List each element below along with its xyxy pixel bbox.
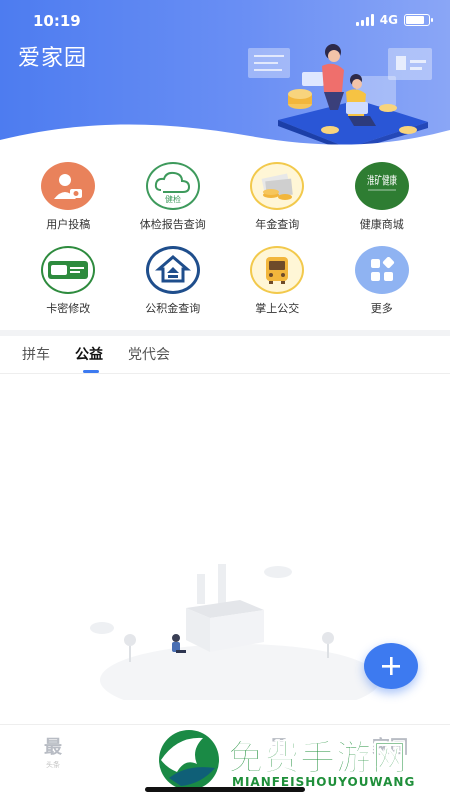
- tab-party-congress[interactable]: 党代会: [128, 344, 170, 364]
- grid-label: 用户投稿: [46, 218, 91, 231]
- status-indicators: 4G: [355, 13, 433, 27]
- grid-item-more[interactable]: 更多: [330, 246, 435, 316]
- grid-item-housing-fund[interactable]: 公积金查询: [121, 246, 226, 316]
- grid-item-bus[interactable]: 掌上公交: [225, 246, 330, 316]
- watermark-title: 免费手游网: [227, 739, 409, 780]
- grid-label: 公积金查询: [145, 302, 201, 315]
- header-wave: [0, 124, 450, 160]
- housing-fund-icon: [145, 246, 200, 294]
- active-tab-indicator: [83, 370, 99, 373]
- add-post-button[interactable]: [364, 643, 418, 689]
- svg-text:淮矿健康: 淮矿健康: [367, 173, 397, 187]
- tab-carpool[interactable]: 拼车: [22, 344, 50, 364]
- grid-label: 卡密修改: [46, 302, 91, 315]
- grid-item-card-password[interactable]: 卡密修改: [16, 246, 121, 316]
- grid-label: 年金查询: [255, 218, 300, 231]
- grid-label: 掌上公交: [255, 302, 300, 315]
- grid-label: 体检报告查询: [139, 218, 206, 231]
- header-banner: 10:19 4G 爱家园: [0, 0, 450, 160]
- grid-item-health-mall[interactable]: 淮矿健康 健康商城: [330, 162, 435, 232]
- more-grid-icon: [354, 246, 409, 294]
- grid-label: 健康商城: [359, 218, 404, 231]
- signal-icon: [355, 14, 374, 26]
- home-indicator: [145, 787, 305, 792]
- user-camera-icon: [41, 162, 96, 210]
- page-title: 爱家园: [18, 46, 88, 71]
- annuity-money-icon: [250, 162, 305, 210]
- grid-item-annuity[interactable]: 年金查询: [225, 162, 330, 232]
- bottom-tab-glyph: 最: [44, 737, 62, 758]
- category-tabs: 拼车 公益 党代会: [0, 340, 450, 374]
- service-grid: 用户投稿 健检 体检报告查询 年金查询 淮矿健 健康商城 卡密修改 公积金查询 …: [0, 162, 450, 316]
- grid-item-health-report[interactable]: 健检 体检报告查询: [121, 162, 226, 232]
- grid-item-user-submission[interactable]: 用户投稿: [16, 162, 121, 232]
- bus-icon: [250, 246, 305, 294]
- app-screen: 10:19 4G 爱家园 用户投稿 健检 体检报告查询 年金查询 淮矿健 健康商…: [0, 0, 450, 800]
- bottom-tab-label: 头条: [46, 761, 60, 769]
- plus-icon: [382, 657, 400, 675]
- health-check-cloud-icon: 健检: [145, 162, 200, 210]
- tab-public-welfare[interactable]: 公益: [75, 344, 103, 364]
- empty-state-illustration: [90, 564, 380, 700]
- svg-text:健检: 健检: [165, 194, 181, 204]
- grid-label: 更多: [370, 302, 393, 315]
- status-time: 10:19: [33, 12, 81, 30]
- watermark-logo: [159, 730, 219, 790]
- health-mall-icon: 淮矿健康: [354, 162, 409, 210]
- network-type: 4G: [379, 13, 398, 27]
- bottom-tab-headlines[interactable]: 最 头条: [44, 733, 62, 770]
- battery-icon: [404, 14, 433, 26]
- section-divider: [0, 330, 450, 336]
- card-password-icon: [41, 246, 96, 294]
- status-bar: 10:19 4G: [0, 0, 450, 40]
